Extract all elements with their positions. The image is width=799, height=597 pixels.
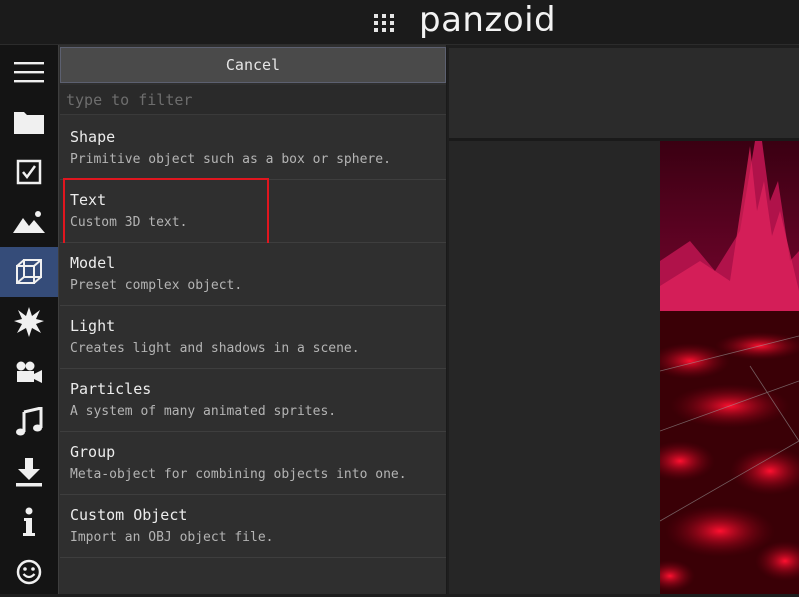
folder-icon <box>14 112 44 134</box>
item-title: Light <box>70 317 116 335</box>
item-title: Text <box>70 191 107 209</box>
item-description: Preset complex object. <box>70 278 243 293</box>
download-icon <box>16 458 42 487</box>
checkbox-icon <box>16 159 42 185</box>
camera-icon <box>16 361 42 383</box>
scene-render-image <box>660 141 799 594</box>
sidebar <box>0 45 58 594</box>
item-title: Particles <box>70 380 152 398</box>
item-title: Shape <box>70 128 116 146</box>
smiley-icon <box>16 559 42 585</box>
item-description: Custom 3D text. <box>70 215 188 230</box>
filter-input[interactable] <box>60 85 446 115</box>
item-title: Model <box>70 254 116 272</box>
item-description: Primitive object such as a box or sphere… <box>70 152 391 167</box>
app-logo[interactable]: panzoid <box>419 0 556 42</box>
sidebar-item-projects[interactable] <box>0 97 58 147</box>
sidebar-item-info[interactable] <box>0 497 58 547</box>
sidebar-item-camera[interactable] <box>0 347 58 397</box>
item-title: Custom Object <box>70 506 188 524</box>
object-type-shape[interactable]: Shape Primitive object such as a box or … <box>60 117 446 180</box>
object-type-list: Shape Primitive object such as a box or … <box>60 117 446 558</box>
sidebar-item-audio[interactable] <box>0 397 58 447</box>
sidebar-item-effects[interactable] <box>0 297 58 347</box>
sidebar-item-backgrounds[interactable] <box>0 197 58 247</box>
item-description: Import an OBJ object file. <box>70 530 274 545</box>
item-description: Meta-object for combining objects into o… <box>70 467 407 482</box>
object-type-model[interactable]: Model Preset complex object. <box>60 243 446 306</box>
image-icon <box>13 211 45 233</box>
add-object-panel: Cancel Shape Primitive object such as a … <box>58 45 447 594</box>
object-type-particles[interactable]: Particles A system of many animated spri… <box>60 369 446 432</box>
sidebar-item-objects[interactable] <box>0 247 58 297</box>
editor-toolbar <box>449 45 799 138</box>
object-type-light[interactable]: Light Creates light and shadows in a sce… <box>60 306 446 369</box>
sidebar-item-tasks[interactable] <box>0 147 58 197</box>
highlight-box <box>63 178 269 245</box>
menu-icon <box>14 62 44 83</box>
scene-preview[interactable] <box>660 141 799 594</box>
burst-icon <box>14 307 44 337</box>
item-title: Group <box>70 443 116 461</box>
item-description: Creates light and shadows in a scene. <box>70 341 360 356</box>
sidebar-item-export[interactable] <box>0 447 58 497</box>
object-type-text[interactable]: Text Custom 3D text. <box>60 178 446 245</box>
editor-canvas-margin <box>449 141 660 594</box>
info-icon <box>23 507 35 536</box>
cancel-button[interactable]: Cancel <box>60 47 446 83</box>
cube-icon <box>16 259 42 284</box>
object-type-custom-object[interactable]: Custom Object Import an OBJ object file. <box>60 495 446 558</box>
top-bar: panzoid <box>0 0 799 45</box>
item-description: A system of many animated sprites. <box>70 404 337 419</box>
object-type-group[interactable]: Group Meta-object for combining objects … <box>60 432 446 495</box>
sidebar-item-account[interactable] <box>0 547 58 597</box>
music-icon <box>16 407 43 436</box>
grid-icon[interactable] <box>372 10 396 34</box>
sidebar-menu-button[interactable] <box>0 47 58 97</box>
